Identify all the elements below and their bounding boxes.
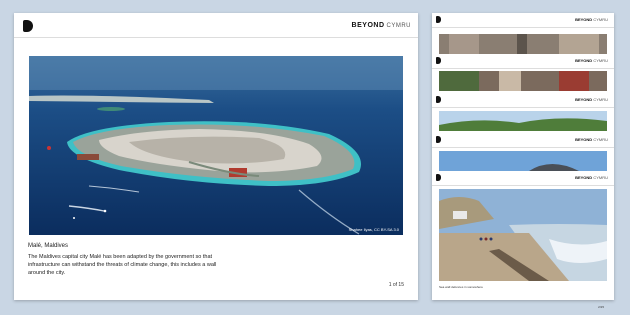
thumb-header-5[interactable]: BEYOND CYMRU	[432, 171, 614, 186]
thumb-header-2[interactable]: BEYOND CYMRU	[432, 54, 614, 69]
caption-title: Malé, Maldives	[28, 243, 69, 249]
thumb-image-dome[interactable]	[439, 151, 607, 171]
brand-region: CYMRU	[386, 23, 411, 29]
caption-body: The Maldives capital city Malé has been …	[28, 254, 217, 276]
thumb-brand: BEYOND CYMRU	[575, 175, 608, 180]
thumb-brand: BEYOND CYMRU	[575, 137, 608, 142]
thumb-logo-icon	[436, 174, 441, 181]
main-photo: Shahee Ilyas, CC BY-SA 3.0	[29, 56, 403, 235]
thumb-brand: BEYOND CYMRU	[575, 97, 608, 102]
beyond-logo-icon	[23, 20, 33, 32]
thumb-page-indicator: 2/15	[598, 305, 604, 309]
brand-name: BEYOND	[351, 22, 385, 29]
page-indicator: 1 of 15	[388, 282, 404, 288]
thumb-logo-icon	[436, 16, 441, 23]
thumb-header-3[interactable]: BEYOND CYMRU	[432, 93, 614, 108]
thumb-brand: BEYOND CYMRU	[575, 58, 608, 63]
slide-thumbnails[interactable]: BEYOND CYMRU BEYOND CYMRU BEYOND CYMRU B…	[432, 13, 614, 309]
thumb-caption: Sea wall defences in somewhere	[439, 285, 483, 289]
thumb-image-tunnel[interactable]	[439, 34, 607, 54]
thumb-logo-icon	[436, 57, 441, 64]
header-divider	[14, 37, 418, 38]
photo-credit: Shahee Ilyas, CC BY-SA 3.0	[348, 227, 399, 232]
thumb-image-street[interactable]	[439, 71, 607, 91]
thumb-image-seawall[interactable]	[439, 189, 607, 281]
brand-wordmark: BEYOND CYMRU	[352, 22, 411, 29]
thumb-header-4[interactable]: BEYOND CYMRU	[432, 133, 614, 148]
thumb-header-1[interactable]: BEYOND CYMRU	[432, 13, 614, 28]
thumb-brand: BEYOND CYMRU	[575, 17, 608, 22]
thumb-logo-icon	[436, 96, 441, 103]
thumb-logo-icon	[436, 136, 441, 143]
thumb-image-hills[interactable]	[439, 111, 607, 131]
main-slide: BEYOND CYMRU Shahee Ilyas, CC BY-SA 3.0 …	[14, 13, 418, 300]
